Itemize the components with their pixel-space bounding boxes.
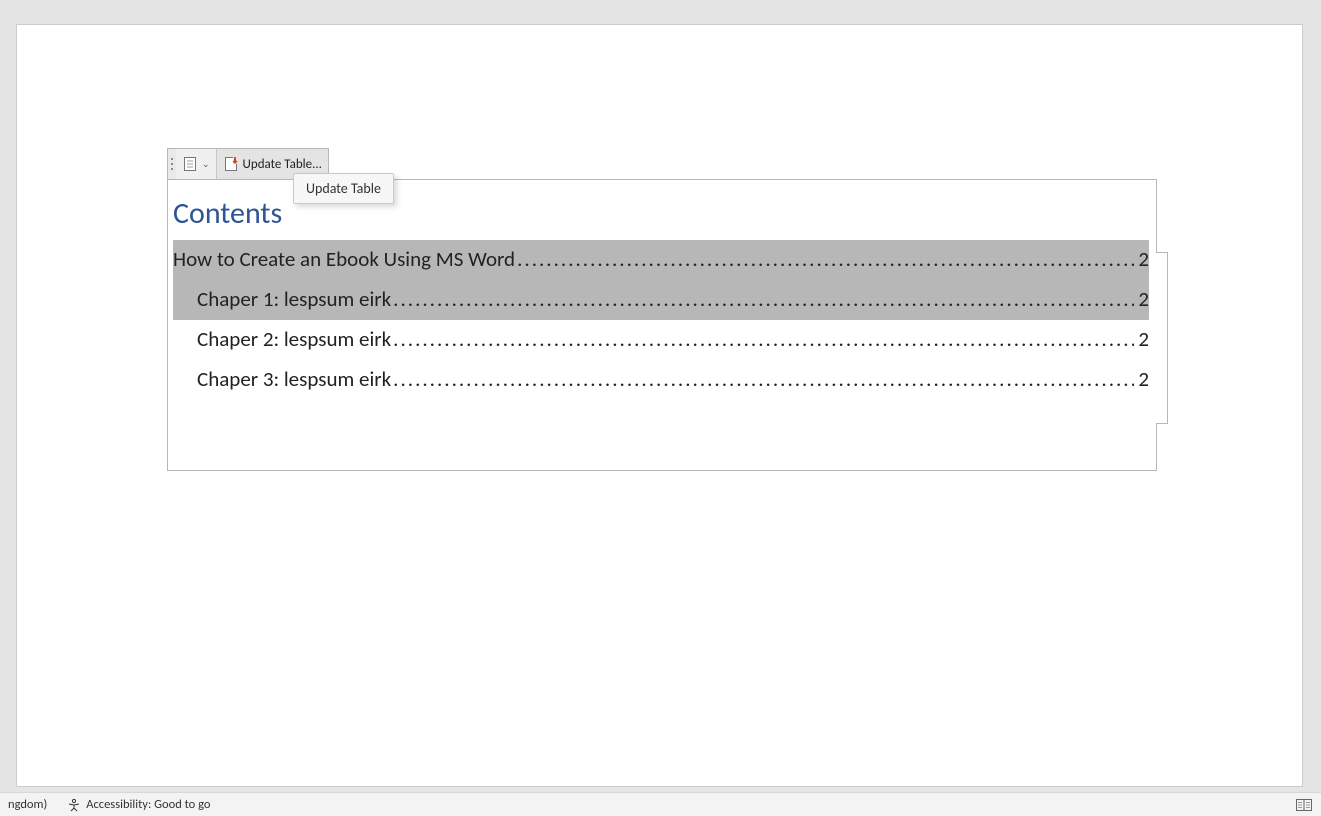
accessibility-icon xyxy=(67,798,81,812)
toc-entry-leader: ........................................… xyxy=(391,360,1134,400)
toc-entry-title: How to Create an Ebook Using MS Word xyxy=(173,240,515,280)
status-bar: ngdom) Accessibility: Good to go xyxy=(0,792,1321,816)
toc-side-tab xyxy=(1156,252,1168,424)
status-language[interactable]: ngdom) xyxy=(8,797,47,812)
status-language-text: ngdom) xyxy=(8,797,47,812)
toc-entry[interactable]: Chaper 3: lespsum eirk..................… xyxy=(173,360,1149,400)
update-table-label: Update Table... xyxy=(243,157,322,172)
status-accessibility-text: Accessibility: Good to go xyxy=(86,797,210,812)
toc-entry-page: 2 xyxy=(1134,240,1149,280)
read-mode-button[interactable] xyxy=(1295,797,1313,813)
toc-entry-leader: ........................................… xyxy=(391,320,1134,360)
toc-frame[interactable]: Contents How to Create an Ebook Using MS… xyxy=(167,179,1157,471)
chevron-down-icon: ⌄ xyxy=(202,159,210,170)
toc-entry-page: 2 xyxy=(1134,320,1149,360)
toc-entries: How to Create an Ebook Using MS Word....… xyxy=(168,240,1156,400)
toc-options-button[interactable]: ⌄ xyxy=(176,149,217,179)
toc-entry-leader: ........................................… xyxy=(391,280,1134,320)
status-accessibility[interactable]: Accessibility: Good to go xyxy=(67,797,210,812)
toolbar-grip[interactable] xyxy=(168,149,176,179)
toc-entry-leader: ........................................… xyxy=(515,240,1134,280)
document-icon xyxy=(182,156,198,172)
document-page: ⌄ Update Table... Contents How to Create… xyxy=(16,24,1303,787)
document-refresh-icon xyxy=(223,156,239,172)
toc-entry-title: Chaper 2: lespsum eirk xyxy=(197,320,391,360)
toc-entry-title: Chaper 1: lespsum eirk xyxy=(197,280,391,320)
toc-entry[interactable]: How to Create an Ebook Using MS Word....… xyxy=(173,240,1149,280)
status-right xyxy=(1295,797,1313,813)
toc-entry[interactable]: Chaper 1: lespsum eirk..................… xyxy=(173,280,1149,320)
toc-entry[interactable]: Chaper 2: lespsum eirk..................… xyxy=(173,320,1149,360)
toc-entry-page: 2 xyxy=(1134,280,1149,320)
read-mode-icon xyxy=(1296,799,1312,811)
toc-entry-page: 2 xyxy=(1134,360,1149,400)
toc-entry-title: Chaper 3: lespsum eirk xyxy=(197,360,391,400)
update-table-tooltip: Update Table xyxy=(293,173,394,204)
